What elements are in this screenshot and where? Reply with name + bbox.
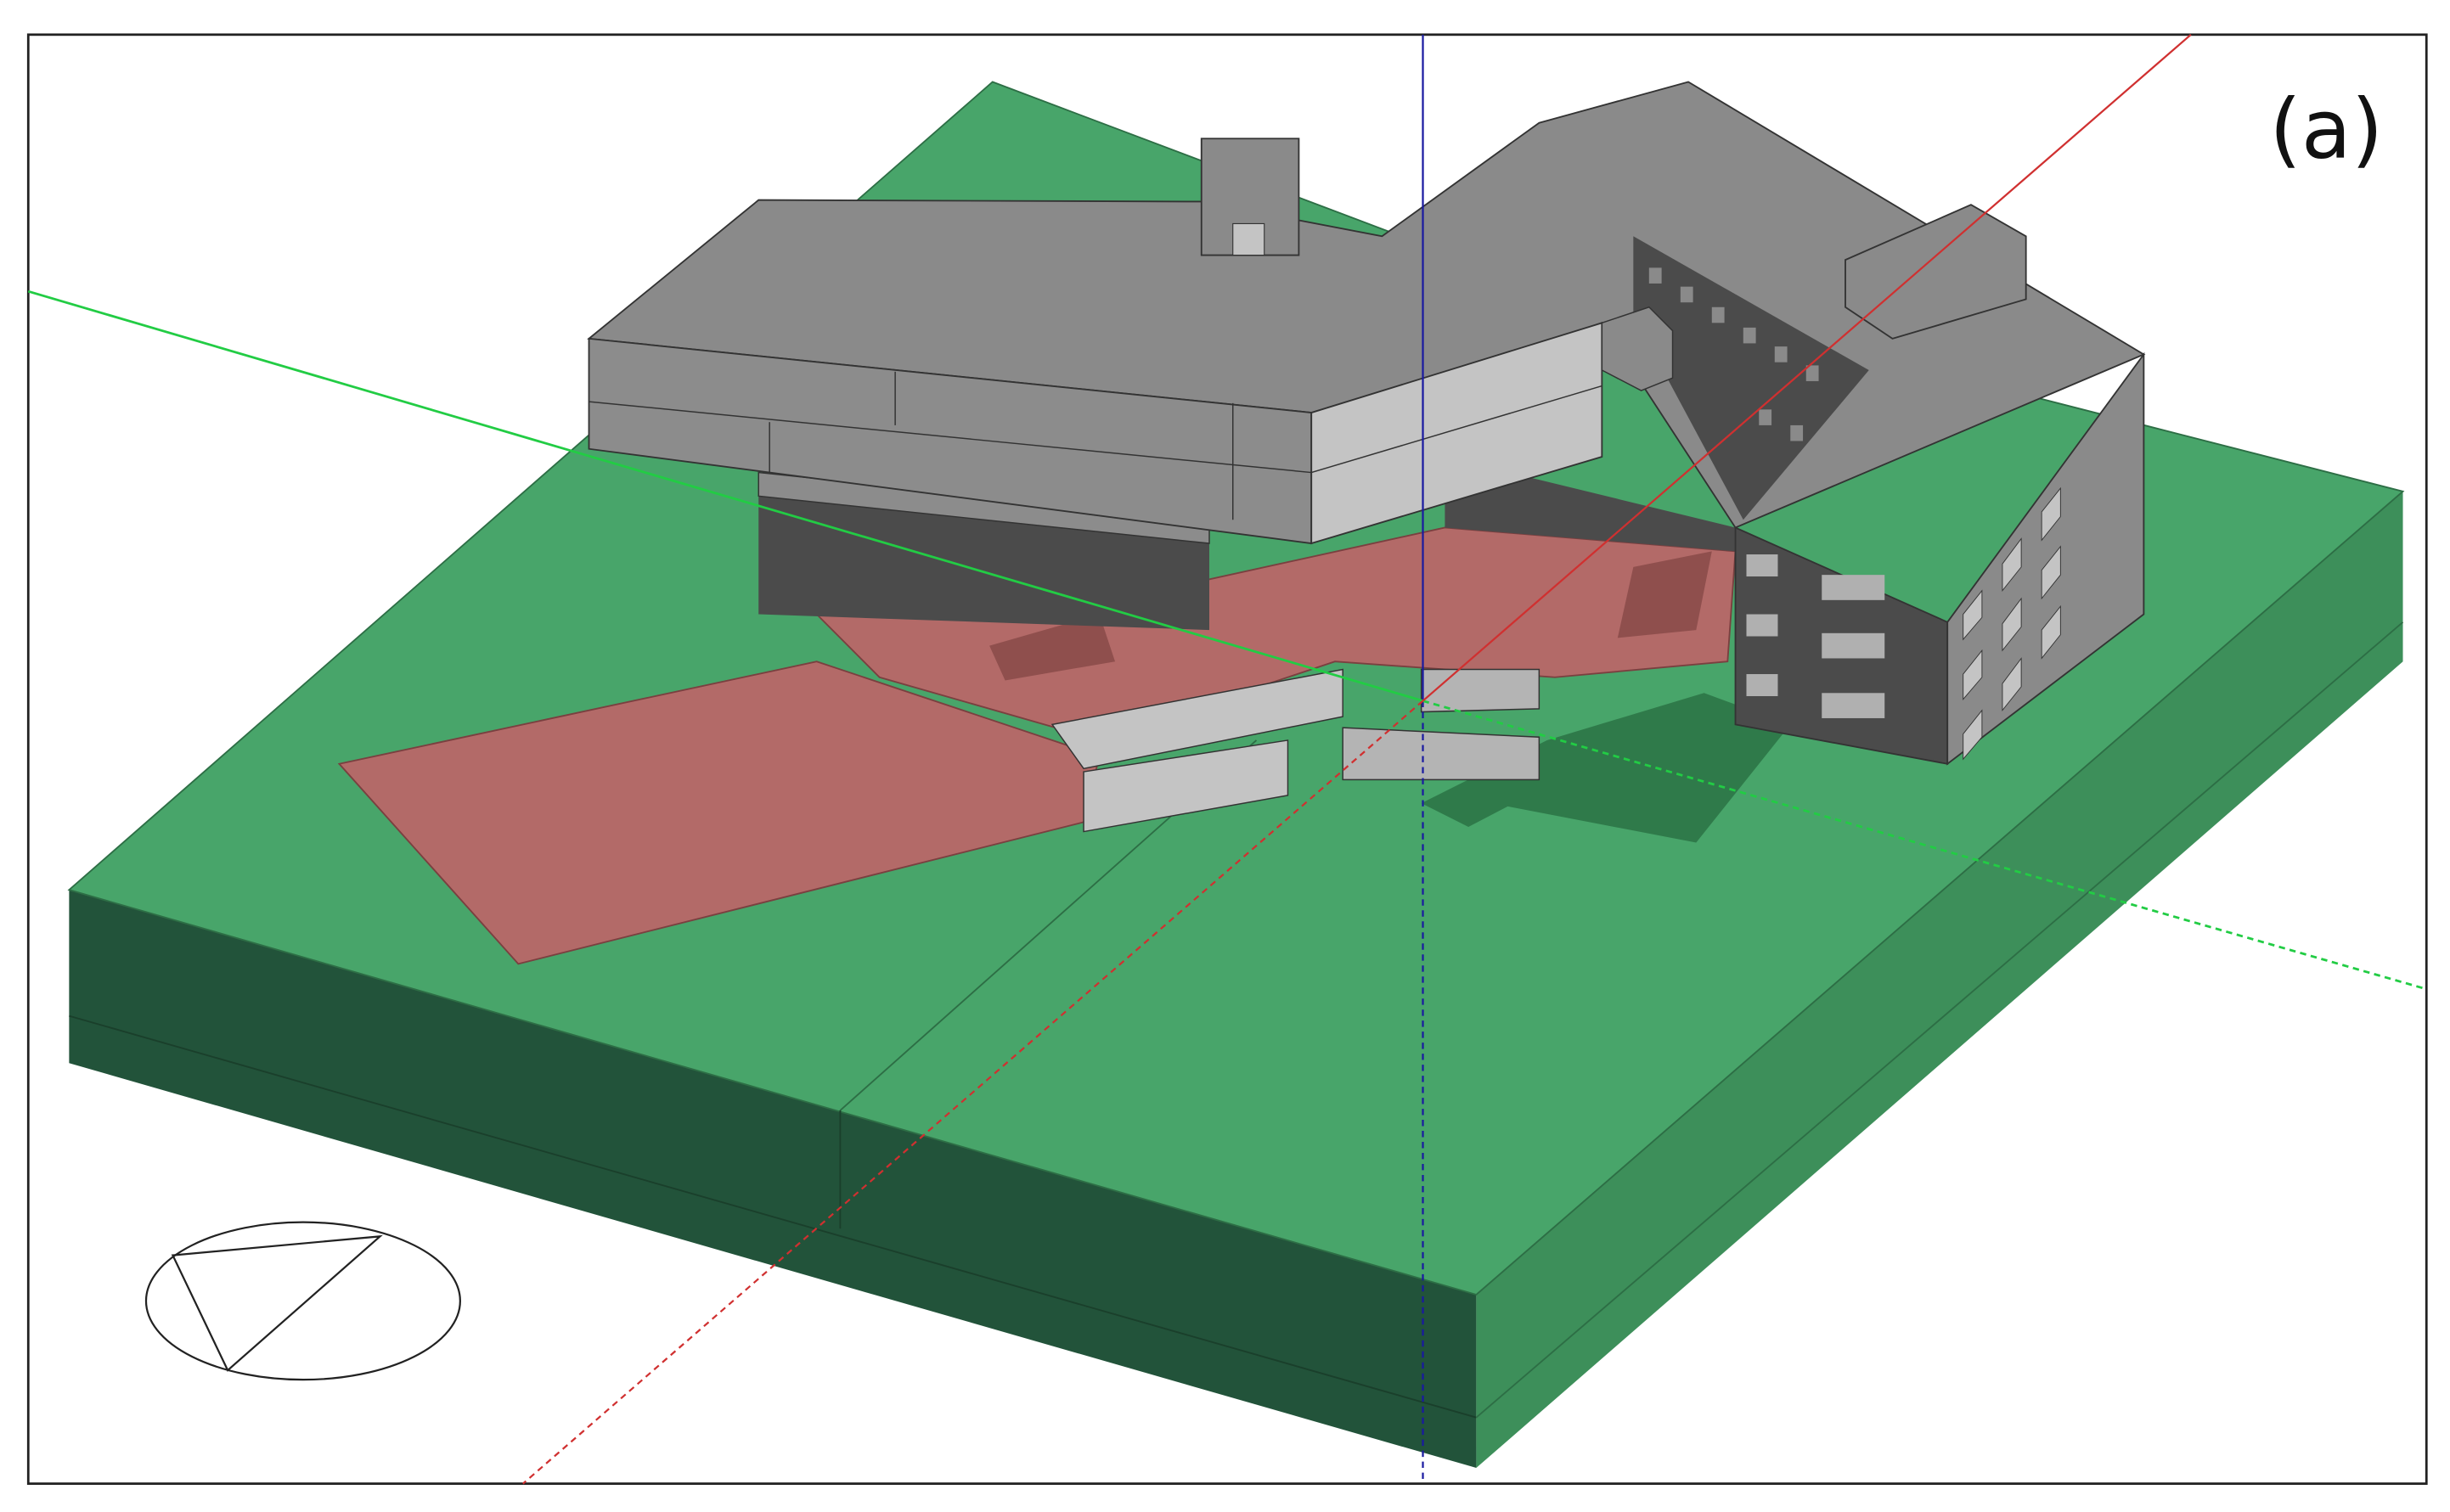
panel-label: (a)	[2269, 82, 2383, 177]
annex-block	[1342, 727, 1540, 781]
chimney-opening	[1232, 222, 1265, 256]
3d-model-viewport[interactable]: (a)	[0, 0, 2450, 1512]
